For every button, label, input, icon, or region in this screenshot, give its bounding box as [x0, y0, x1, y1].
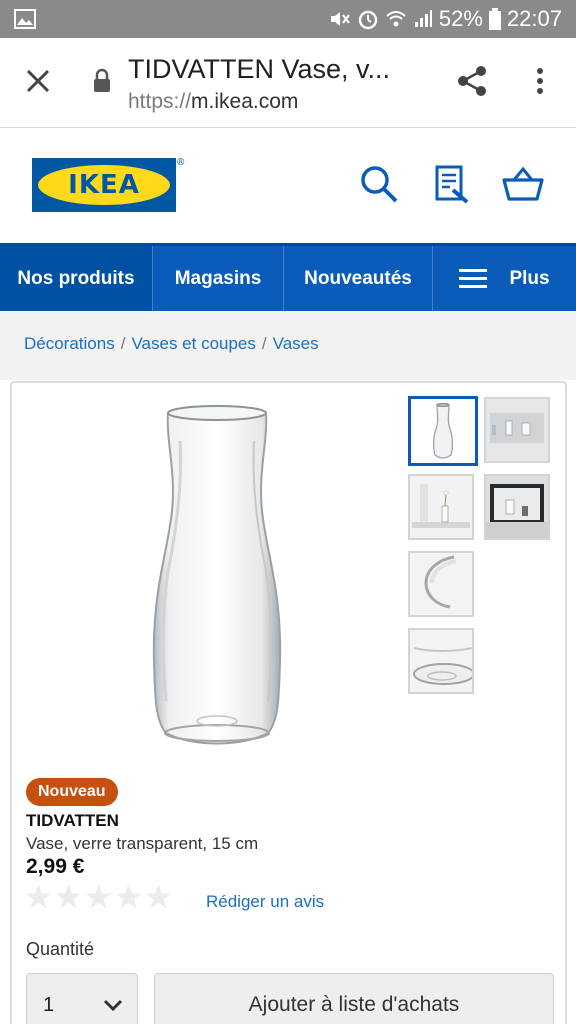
mute-icon [329, 9, 351, 29]
thumbnail-5[interactable] [408, 551, 474, 617]
ikea-logo[interactable]: IKEA [32, 158, 176, 212]
thumbnail-1[interactable] [408, 396, 478, 466]
more-vert-icon [536, 67, 544, 100]
nav-item-label: Plus [509, 267, 550, 289]
star-icon [84, 883, 113, 916]
registered-mark: ® [177, 157, 185, 168]
new-badge: Nouveau [26, 778, 118, 806]
close-icon [25, 68, 51, 99]
nav-item-nos-produits[interactable]: Nos produits [0, 246, 153, 311]
breadcrumb-link-decorations[interactable]: Décorations [24, 334, 115, 354]
browser-toolbar: TIDVATTEN Vase, v... https://m.ikea.com [0, 38, 576, 128]
nav-item-label: Magasins [174, 267, 262, 289]
battery-level: 52% [438, 6, 483, 31]
thumbnail-4[interactable] [484, 474, 550, 540]
thumbnail-6[interactable] [408, 628, 474, 694]
signal-icon [413, 9, 433, 29]
star-rating [24, 883, 173, 916]
quantity-label: Quantité [26, 939, 95, 959]
site-header: IKEA ® [0, 129, 576, 243]
main-nav: Nos produits Magasins Nouveautés Plus [0, 243, 576, 311]
product-name: TIDVATTEN [26, 811, 119, 830]
star-icon [114, 883, 143, 916]
quantity-value: 1 [43, 994, 55, 1016]
chevron-down-icon [103, 998, 123, 1017]
quantity-select[interactable]: 1 [26, 973, 138, 1024]
product-price: 2,99 € [26, 855, 85, 878]
share-button[interactable] [452, 63, 492, 103]
more-options-button[interactable] [520, 63, 560, 103]
gallery-icon [14, 9, 36, 34]
menu-icon [459, 268, 488, 290]
status-bar: 52% 22:07 [0, 0, 576, 38]
search-button[interactable] [356, 163, 402, 209]
add-to-shopping-list-button[interactable]: Ajouter à liste d'achats [154, 973, 554, 1024]
alarm-icon [357, 8, 379, 30]
thumbnail-2[interactable] [484, 397, 550, 463]
nav-item-nouveautes[interactable]: Nouveautés [284, 246, 433, 311]
breadcrumb: Décorations / Vases et coupes / Vases [24, 334, 319, 354]
star-icon [144, 883, 173, 916]
shopping-list-icon [431, 164, 471, 209]
product-main-image[interactable] [132, 401, 302, 747]
nav-item-magasins[interactable]: Magasins [153, 246, 284, 311]
url-host: m.ikea.com [191, 90, 299, 113]
breadcrumb-separator: / [120, 334, 126, 353]
nav-item-plus[interactable]: Plus [433, 246, 576, 311]
star-icon [54, 883, 83, 916]
nav-item-label: Nos produits [17, 267, 135, 289]
share-icon [456, 65, 488, 102]
page-title: TIDVATTEN Vase, v... [128, 54, 391, 84]
thumbnail-3[interactable] [408, 474, 474, 540]
close-button[interactable] [18, 63, 58, 103]
wifi-icon [385, 9, 407, 29]
product-card: Nouveau TIDVATTEN Vase, verre transparen… [10, 381, 567, 1024]
basket-icon [501, 164, 545, 209]
lock-icon [92, 68, 112, 99]
search-icon [359, 164, 399, 209]
logo-text: IKEA [68, 170, 140, 200]
breadcrumb-separator: / [261, 334, 267, 353]
breadcrumb-link-vases[interactable]: Vases [273, 334, 319, 354]
breadcrumb-link-vases-et-coupes[interactable]: Vases et coupes [131, 334, 255, 354]
url-scheme: https:// [128, 90, 192, 113]
breadcrumb-bar: Décorations / Vases et coupes / Vases [0, 311, 576, 380]
nav-item-label: Nouveautés [304, 267, 412, 289]
write-review-link[interactable]: Rédiger un avis [206, 892, 324, 912]
basket-button[interactable] [500, 163, 546, 209]
clock: 22:07 [506, 6, 562, 31]
star-icon [24, 883, 53, 916]
page-url: https://m.ikea.com [128, 90, 298, 114]
product-description: Vase, verre transparent, 15 cm [26, 834, 259, 853]
battery-icon [488, 8, 501, 30]
shopping-list-button[interactable] [428, 163, 474, 209]
